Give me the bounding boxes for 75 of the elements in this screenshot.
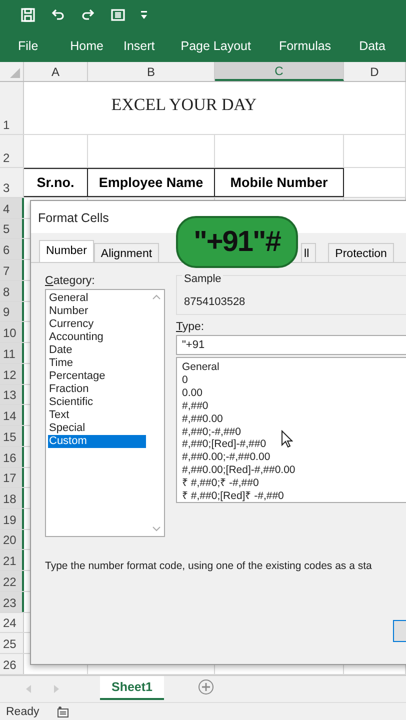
- dialog-tab[interactable]: ll: [301, 243, 316, 262]
- row-header[interactable]: 12: [0, 364, 24, 384]
- ribbon-tab[interactable]: Home: [70, 39, 104, 53]
- row-header[interactable]: 6: [0, 239, 24, 260]
- format-item[interactable]: #,##0.00: [182, 412, 406, 426]
- row-header[interactable]: 1: [0, 82, 24, 134]
- row-header[interactable]: 25: [0, 633, 24, 654]
- row-header[interactable]: 18: [0, 488, 24, 508]
- category-item[interactable]: Currency: [48, 318, 146, 331]
- category-list[interactable]: General Number Currency Accounting Date Time Percentage Fraction Scientific Text Special Custom: [45, 289, 165, 537]
- row-header[interactable]: 9: [0, 302, 24, 322]
- row-header[interactable]: 16: [0, 446, 24, 467]
- ribbon-tab[interactable]: Page Layout: [180, 39, 251, 53]
- ribbon-tab[interactable]: Insert: [124, 39, 155, 53]
- row-header[interactable]: 19: [0, 509, 24, 529]
- row-header[interactable]: 5: [0, 218, 24, 238]
- row-header[interactable]: 2: [0, 135, 24, 167]
- table-header-cell: Mobile Number: [215, 168, 344, 197]
- column-header[interactable]: C: [215, 62, 344, 81]
- category-item[interactable]: Scientific: [48, 396, 146, 409]
- category-item[interactable]: Accounting: [48, 331, 146, 344]
- format-item[interactable]: #,##0.00;-#,##0.00: [182, 451, 406, 464]
- sheet-tab[interactable]: Sheet1: [100, 676, 164, 700]
- title-cell-text: EXCEL YOUR DAY: [110, 94, 258, 116]
- category-item[interactable]: Date: [48, 344, 146, 357]
- row-header[interactable]: 20: [0, 530, 24, 550]
- sample-value: 8754103528: [184, 296, 246, 308]
- row-header[interactable]: 17: [0, 468, 24, 488]
- description-text: Type the number format code, using one of the existing codes as a sta: [44, 559, 373, 572]
- row-header[interactable]: 14: [0, 405, 24, 426]
- status-text: Ready: [6, 706, 40, 718]
- ribbon-tab[interactable]: File: [18, 39, 38, 53]
- row-header[interactable]: 4: [0, 198, 24, 218]
- format-item[interactable]: #,##0;[Red]-#,##0: [182, 438, 406, 452]
- row-header[interactable]: 8: [0, 280, 24, 301]
- category-label: Category:: [45, 275, 96, 287]
- format-item[interactable]: #,##0;-#,##0: [182, 426, 406, 438]
- type-label: Type:: [176, 321, 206, 333]
- format-code-badge: "+91"#: [176, 216, 298, 268]
- dialog-tab[interactable]: Alignment: [94, 243, 160, 262]
- ribbon-tab[interactable]: Data: [359, 39, 386, 53]
- table-header-cell: Employee Name: [88, 168, 215, 197]
- row-header[interactable]: 15: [0, 426, 24, 446]
- category-item[interactable]: Time: [48, 357, 146, 370]
- format-list[interactable]: General 0 0.00 #,##0 #,##0.00 #,##0;-#,##0 #,##0;[Red]-#,##0 #,##0.00;-#,##0.00 #,##0.00;[Red]-#,##0.00 ₹ #,##0;₹ -#,##0 ₹ #,##0;[Red]₹ -#,##0: [176, 357, 406, 503]
- category-item[interactable]: Number: [48, 305, 146, 318]
- format-item[interactable]: 0: [182, 374, 406, 387]
- sample-label: Sample: [182, 273, 224, 285]
- row-header[interactable]: 23: [0, 592, 24, 612]
- table-header-cell: Sr.no.: [24, 168, 88, 197]
- row-header[interactable]: 21: [0, 550, 24, 570]
- row-header[interactable]: 22: [0, 571, 24, 591]
- row-header[interactable]: 10: [0, 322, 24, 342]
- format-item[interactable]: #,##0: [182, 400, 406, 413]
- category-item[interactable]: Fraction: [48, 383, 146, 396]
- row-header[interactable]: 13: [0, 384, 24, 404]
- format-item[interactable]: 0.00: [182, 386, 406, 400]
- category-item[interactable]: General: [48, 292, 146, 305]
- row-header[interactable]: 3: [0, 168, 24, 197]
- format-item[interactable]: General: [182, 361, 406, 374]
- format-item[interactable]: #,##0.00;[Red]-#,##0.00: [182, 464, 406, 478]
- row-header[interactable]: 26: [0, 654, 24, 674]
- format-item[interactable]: ₹ #,##0;[Red]₹ -#,##0: [182, 490, 406, 503]
- dialog-tab[interactable]: Number: [39, 240, 94, 262]
- category-item[interactable]: Custom: [48, 435, 146, 448]
- row-header[interactable]: 11: [0, 343, 24, 363]
- format-item[interactable]: ₹ #,##0;₹ -#,##0: [182, 477, 406, 490]
- ribbon-tab[interactable]: Formulas: [278, 39, 332, 53]
- category-item[interactable]: Special: [48, 422, 146, 435]
- dialog-tab[interactable]: Protection: [328, 243, 394, 262]
- row-header[interactable]: 7: [0, 260, 24, 280]
- category-item[interactable]: Percentage: [48, 370, 146, 383]
- type-field[interactable]: "+91: [176, 335, 406, 355]
- category-item[interactable]: Text: [48, 409, 146, 422]
- row-header[interactable]: 24: [0, 612, 24, 632]
